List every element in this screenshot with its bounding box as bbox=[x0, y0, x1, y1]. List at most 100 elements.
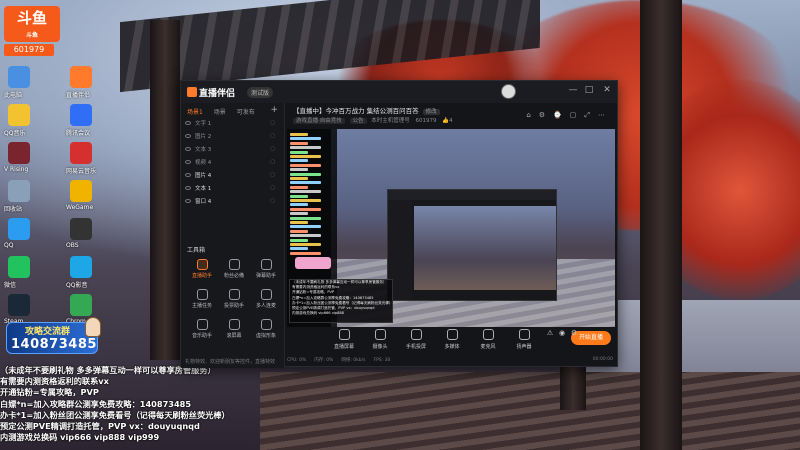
toolbox-item[interactable]: 音乐助手 bbox=[187, 319, 217, 345]
source-button[interactable]: 麦克风 bbox=[475, 329, 501, 350]
source-button[interactable]: 手机投屏 bbox=[403, 329, 429, 350]
lock-icon[interactable]: ▢ bbox=[270, 185, 275, 191]
scene-layer-item[interactable]: 文字 1 ▢ bbox=[185, 119, 279, 130]
source-button[interactable]: 扬声器 bbox=[511, 329, 537, 350]
home-icon[interactable]: ⌂ bbox=[526, 111, 538, 119]
group-card-number: 140873485 bbox=[11, 337, 97, 352]
app-logo: 直播伴侣 bbox=[187, 86, 235, 99]
desktop-app-icon[interactable] bbox=[8, 104, 30, 126]
desktop-app-icon[interactable] bbox=[8, 180, 30, 202]
category-chip[interactable]: 游戏直播·自由竞技 bbox=[293, 118, 345, 124]
desktop-app-label: 网易云音乐 bbox=[66, 168, 97, 175]
desktop-app-icon[interactable] bbox=[70, 142, 92, 164]
lock-icon[interactable]: ▢ bbox=[270, 159, 275, 165]
nested-titlebar bbox=[388, 190, 556, 200]
room-header: 【直播中】今冲百万战力 集结公测百问百答 修改 游戏直播·自由竞技 公告 本时主机… bbox=[289, 105, 615, 127]
toolbox-item[interactable]: 主播任务 bbox=[187, 289, 217, 315]
notice-chip[interactable]: 公告 bbox=[349, 118, 367, 124]
lock-icon[interactable]: ▢ bbox=[270, 120, 275, 126]
toolbox-item[interactable]: 弹幕助手 bbox=[251, 259, 281, 285]
source-button[interactable]: 直播屏幕 bbox=[331, 329, 357, 350]
toolbox-item[interactable]: 虚拟形象 bbox=[251, 319, 281, 345]
more-icon[interactable]: ⋯ bbox=[598, 111, 613, 119]
app-logo-icon bbox=[187, 87, 197, 97]
stream-overlay-text: （未成年不要刷礼物 多多弹幕互动一样可以尊享房管服务） 有需要内测资格返利的联系… bbox=[0, 365, 270, 443]
edit-title-tag[interactable]: 修改 bbox=[422, 109, 440, 115]
watch-icon[interactable]: ⌚ bbox=[553, 111, 570, 119]
room-title[interactable]: 【直播中】今冲百万战力 集结公测百问百答 修改 bbox=[293, 105, 440, 115]
toolbox-item[interactable]: 直播助手 bbox=[187, 259, 217, 285]
desktop-app-icon[interactable] bbox=[70, 294, 92, 316]
tool-icon bbox=[260, 319, 272, 330]
close-button[interactable]: ✕ bbox=[601, 85, 613, 95]
layer-label: 文本 3 bbox=[195, 147, 212, 153]
desktop-app-icon[interactable] bbox=[70, 180, 92, 202]
wooden-pillar bbox=[640, 0, 682, 450]
status-item: 网络: 0kb/s bbox=[341, 358, 366, 363]
chat-message-line bbox=[290, 155, 321, 158]
minimize-button[interactable]: — bbox=[567, 85, 579, 95]
live-companion-window[interactable]: 直播伴侣 测试版 — □ ✕ 场景1 场景 可发布 + 文字 1 ▢ 图片 2 ▢ 文本… bbox=[180, 80, 618, 368]
warning-icon[interactable]: ⚠ bbox=[545, 329, 555, 337]
tool-label: 弹幕助手 bbox=[255, 273, 276, 279]
nested-preview-window bbox=[387, 189, 557, 301]
desktop-app-icon[interactable] bbox=[8, 66, 30, 88]
record-icon[interactable]: ◉ bbox=[557, 329, 567, 337]
desktop-app-icon[interactable] bbox=[70, 256, 92, 278]
tool-icon bbox=[228, 259, 240, 270]
toolbox-item[interactable]: 滚屏幕 bbox=[219, 319, 249, 345]
scene-layer-item[interactable]: 视频 4 ▢ bbox=[185, 158, 279, 169]
toolbox-item[interactable]: 多人连麦 bbox=[251, 289, 281, 315]
tool-label: 滚屏幕 bbox=[226, 333, 242, 339]
eye-icon[interactable] bbox=[185, 186, 191, 190]
lock-icon[interactable]: ▢ bbox=[270, 133, 275, 139]
eye-icon[interactable] bbox=[185, 121, 191, 125]
preview-overlay-line: 内测游戏兑换码 vip666 vip888 bbox=[292, 311, 344, 316]
stream-preview[interactable]: （未成年不要刷礼物 多多弹幕互动一样可以尊享房管服务） 有需要内测资格返利的联系v… bbox=[287, 129, 615, 327]
chat-message-line bbox=[290, 238, 308, 242]
scene-layer-item[interactable]: 文本 1 ▢ bbox=[185, 184, 279, 195]
desktop-app-icon[interactable] bbox=[70, 66, 92, 88]
window-icon[interactable]: ▢ bbox=[570, 111, 585, 119]
desktop-app-icon[interactable] bbox=[8, 256, 30, 278]
chat-message-line bbox=[290, 207, 321, 211]
settings-icon[interactable]: ⚙ bbox=[569, 329, 579, 337]
tab-scene-1[interactable]: 场景1 bbox=[187, 109, 203, 116]
user-avatar[interactable] bbox=[501, 84, 516, 99]
scene-layer-item[interactable]: 图片 2 ▢ bbox=[185, 132, 279, 143]
desktop-app-icon[interactable] bbox=[8, 142, 30, 164]
tab-scene[interactable]: 场景 bbox=[214, 109, 226, 116]
desktop-app-icon[interactable] bbox=[70, 104, 92, 126]
source-icon bbox=[446, 329, 458, 340]
eye-icon[interactable] bbox=[185, 160, 191, 164]
expand-icon[interactable]: ⤢ bbox=[584, 111, 598, 119]
source-label: 扬声器 bbox=[516, 344, 532, 350]
toolbox-item[interactable]: 投票助手 bbox=[219, 289, 249, 315]
desktop-app-icon[interactable] bbox=[70, 218, 92, 240]
overlay-line: 办卡*1=加入粉丝团公测享免费看号（记得每天刷粉丝荧光棒） bbox=[0, 409, 230, 420]
desktop-app-icon[interactable] bbox=[8, 218, 30, 240]
source-button[interactable]: 多媒体 bbox=[439, 329, 465, 350]
eye-icon[interactable] bbox=[185, 199, 191, 203]
app-titlebar[interactable]: 直播伴侣 测试版 — □ ✕ bbox=[181, 81, 617, 103]
eye-icon[interactable] bbox=[185, 134, 191, 138]
toolbox-title: 工具箱 bbox=[187, 247, 206, 254]
desktop-app-label: QQ bbox=[4, 242, 14, 249]
eye-icon[interactable] bbox=[185, 147, 191, 151]
scene-layer-item[interactable]: 窗口 4 ▢ bbox=[185, 197, 279, 208]
settings-icon[interactable]: ⚙ bbox=[539, 111, 553, 119]
tab-publish[interactable]: 可发布 bbox=[237, 109, 255, 116]
toolbox-item[interactable]: 粉丝必備 bbox=[219, 259, 249, 285]
chat-message-line bbox=[290, 150, 308, 154]
scene-layer-item[interactable]: 文本 3 ▢ bbox=[185, 145, 279, 156]
lock-icon[interactable]: ▢ bbox=[270, 146, 275, 152]
lock-icon[interactable]: ▢ bbox=[270, 172, 275, 178]
add-source-button[interactable]: + bbox=[270, 105, 278, 115]
eye-icon[interactable] bbox=[185, 173, 191, 177]
source-button[interactable]: 摄像头 bbox=[367, 329, 393, 350]
desktop-app-icon[interactable] bbox=[8, 294, 30, 316]
layer-label: 文本 1 bbox=[195, 186, 212, 192]
lock-icon[interactable]: ▢ bbox=[270, 198, 275, 204]
scene-layer-item[interactable]: 图片 4 ▢ bbox=[185, 171, 279, 182]
maximize-button[interactable]: □ bbox=[583, 85, 595, 95]
